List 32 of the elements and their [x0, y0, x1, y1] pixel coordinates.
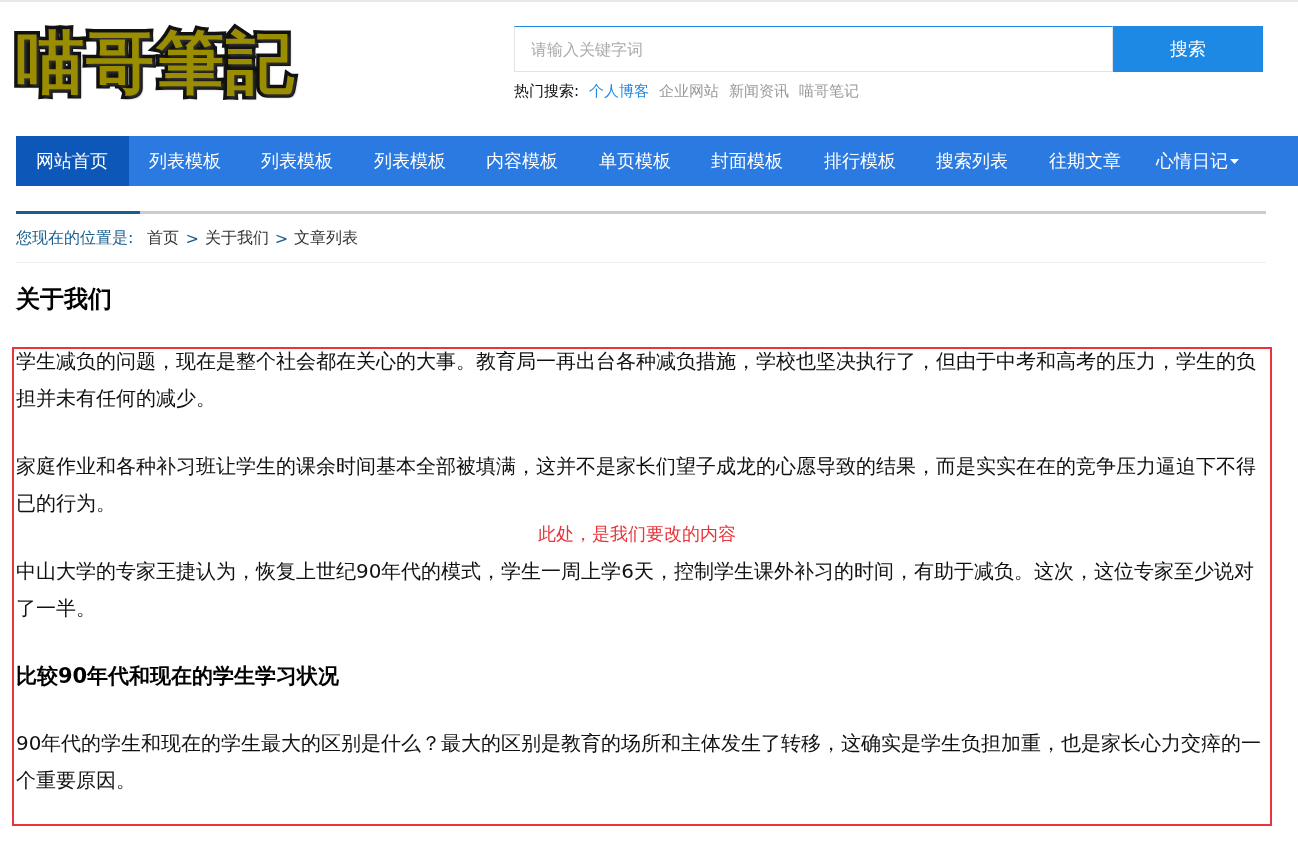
nav-item[interactable]: 心情日记 — [1141, 136, 1254, 186]
breadcrumb-link[interactable]: 关于我们 — [204, 227, 269, 249]
nav-item[interactable]: 排行模板 — [803, 136, 916, 186]
article-paragraph: 家庭作业和各种补习班让学生的课余时间基本全部被填满，这并不是家长们望子成龙的心愿导致的结果，而是实实在在的竞争压力逼迫下不得已的行为。 — [16, 454, 1257, 517]
hot-search-link[interactable]: 个人博客 — [589, 82, 650, 101]
nav-item[interactable]: 往期文章 — [1028, 136, 1141, 186]
nav-item[interactable]: 内容模板 — [466, 136, 579, 186]
article-paragraph: 90年代的学生和现在的学生最大的区别是什么？最大的区别是教育的场所和主体发生了转移，这确实是学生负担加重，也是家长心力交瘁的一个重要原因。 — [16, 731, 1263, 794]
article-paragraph: 中山大学的专家王捷认为，恢复上世纪90年代的模式，学生一周上学6天，控制学生课外补习的时间，有助于减负。这次，这位专家至少说对了一半。 — [16, 559, 1255, 622]
article-paragraph: 学生减负的问题，现在是整个社会都在关心的大事。教育局一再出台各种减负措施，学校也坚决执行了，但由于中考和高考的压力，学生的负担并未有任何的减少。 — [16, 349, 1257, 412]
breadcrumb-separator: > — [185, 228, 199, 248]
nav-item[interactable]: 列表模板 — [128, 136, 241, 186]
hot-search-label: 热门搜索: — [514, 82, 580, 101]
search-field[interactable]: 请输入关键字词 — [514, 26, 1113, 72]
breadcrumb-label: 您现在的位置是: — [16, 227, 134, 249]
hot-search-link[interactable]: 新闻资讯 — [729, 82, 790, 101]
nav-item[interactable]: 网站首页 — [16, 136, 129, 186]
nav-item[interactable]: 列表模板 — [353, 136, 466, 186]
article-heading: 比较90年代和现在的学生学习状况 — [16, 663, 341, 690]
nav-item[interactable]: 搜索列表 — [916, 136, 1029, 186]
breadcrumb-separator: > — [274, 228, 289, 248]
site-logo[interactable]: 喵哥筆記 — [16, 16, 514, 108]
breadcrumb-link[interactable]: 文章列表 — [294, 227, 359, 249]
nav-item[interactable]: 列表模板 — [241, 136, 354, 186]
hot-search-link[interactable]: 企业网站 — [659, 82, 720, 101]
nav-item[interactable]: 封面模板 — [691, 136, 804, 186]
hot-search-link[interactable]: 喵哥笔记 — [799, 82, 860, 101]
page-title: 关于我们 — [16, 284, 113, 315]
annotation-text: 此处，是我们要改的内容 — [538, 522, 736, 546]
breadcrumb-link[interactable]: 首页 — [147, 227, 180, 249]
nav-item[interactable]: 单页模板 — [578, 136, 691, 186]
search-button[interactable]: 搜索 — [1113, 26, 1263, 72]
